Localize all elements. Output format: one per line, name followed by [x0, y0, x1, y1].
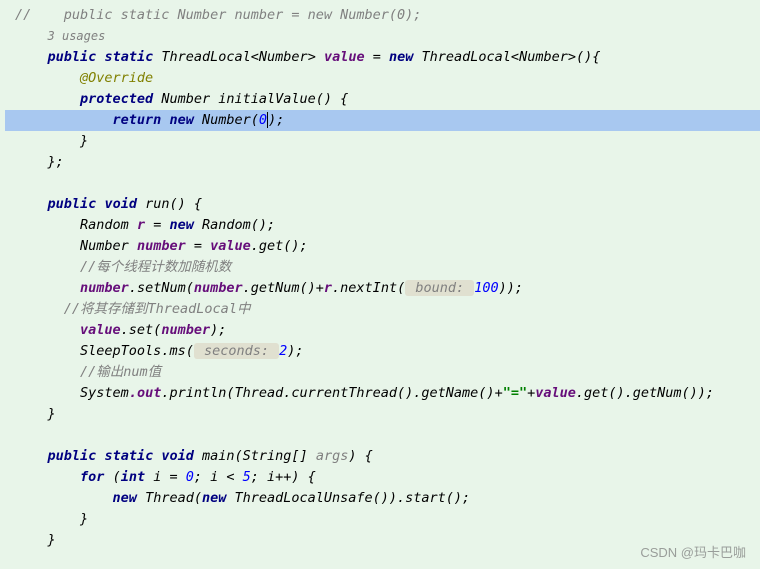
code-line: };: [5, 152, 760, 173]
code-line: public static void main(String[] args) {: [5, 446, 760, 467]
code-line-blank: [5, 425, 760, 446]
current-line-highlight: return new Number(0);: [5, 110, 760, 131]
code-line: System.out.println(Thread.currentThread(…: [5, 383, 760, 404]
code-line: new Thread(new ThreadLocalUnsafe()).star…: [5, 488, 760, 509]
code-line: public static ThreadLocal<Number> value …: [5, 47, 760, 68]
code-line-comment: //每个线程计数加随机数: [5, 257, 760, 278]
code-line: }: [5, 131, 760, 152]
code-line: number.setNum(number.getNum()+r.nextInt(…: [5, 278, 760, 299]
code-line: protected Number initialValue() {: [5, 89, 760, 110]
code-line: SleepTools.ms( seconds: 2);: [5, 341, 760, 362]
parameter-hint: bound:: [405, 280, 474, 296]
code-editor[interactable]: // public static Number number = new Num…: [0, 0, 760, 551]
code-line-annotation: @Override: [5, 68, 760, 89]
code-line: for (int i = 0; i < 5; i++) {: [5, 467, 760, 488]
code-line-usages[interactable]: 3 usages: [5, 26, 760, 47]
code-line: Number number = value.get();: [5, 236, 760, 257]
code-line: Random r = new Random();: [5, 215, 760, 236]
code-line-blank: [5, 173, 760, 194]
watermark-text: CSDN @玛卡巴咖: [640, 542, 746, 563]
code-line: }: [5, 404, 760, 425]
code-line-comment: //将其存储到ThreadLocal中: [5, 299, 760, 320]
code-line-comment: //输出num值: [5, 362, 760, 383]
code-line: value.set(number);: [5, 320, 760, 341]
code-line-current: return new Number(0);: [5, 110, 739, 131]
code-line-comment: // public static Number number = new Num…: [5, 5, 760, 26]
text-caret: [267, 112, 268, 128]
parameter-hint: seconds:: [194, 343, 279, 359]
code-line: }: [5, 509, 760, 530]
code-line: public void run() {: [5, 194, 760, 215]
